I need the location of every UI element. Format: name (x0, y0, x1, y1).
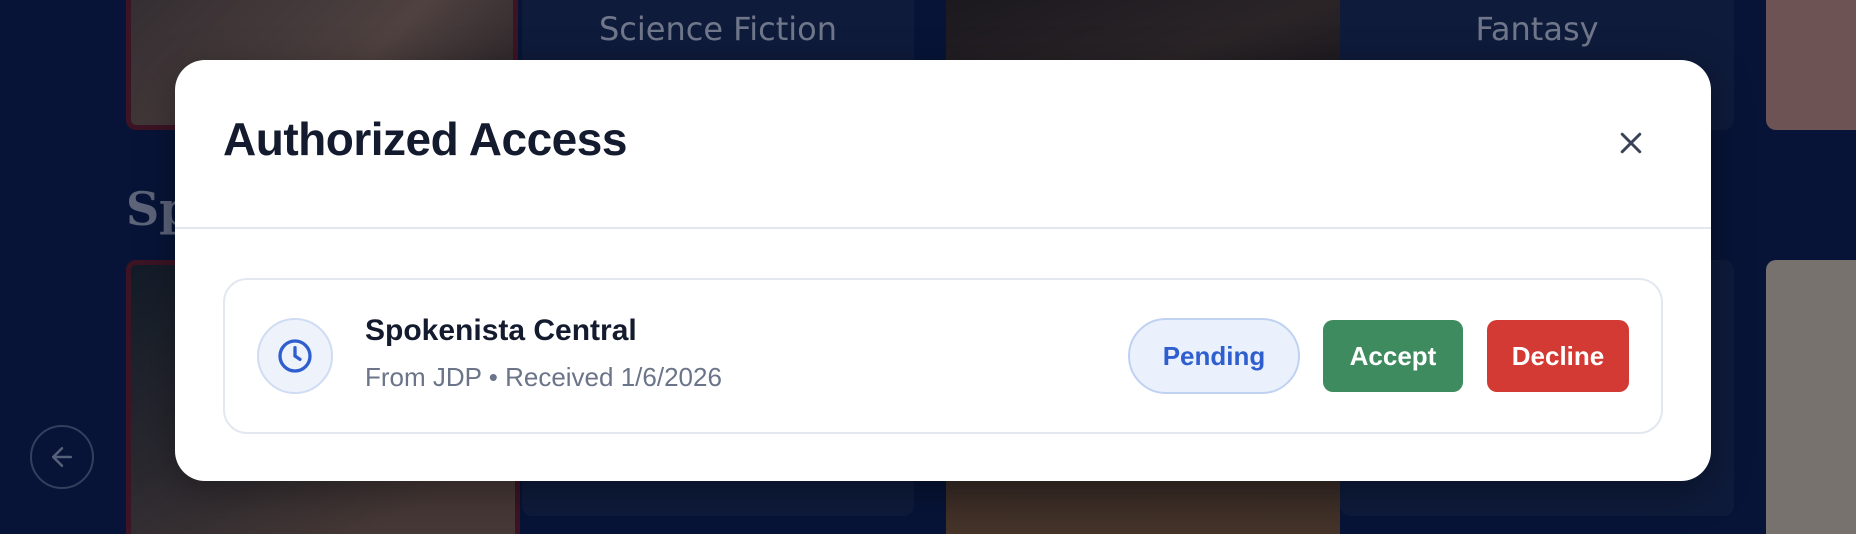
modal-title: Authorized Access (223, 113, 627, 165)
close-icon (1620, 132, 1642, 154)
status-badge: Pending (1128, 318, 1300, 394)
requester-name: Spokenista Central (365, 314, 637, 347)
decline-button[interactable]: Decline (1487, 320, 1629, 392)
modal-header: Authorized Access (175, 60, 1711, 229)
authorized-access-modal: Authorized Access Spokenista Central Fro… (175, 60, 1711, 481)
accept-button[interactable]: Accept (1323, 320, 1463, 392)
access-request-item: Spokenista Central From JDP • Received 1… (223, 278, 1663, 434)
close-button[interactable] (1611, 123, 1651, 163)
request-meta: From JDP • Received 1/6/2026 (365, 362, 722, 392)
clock-icon (257, 318, 333, 394)
